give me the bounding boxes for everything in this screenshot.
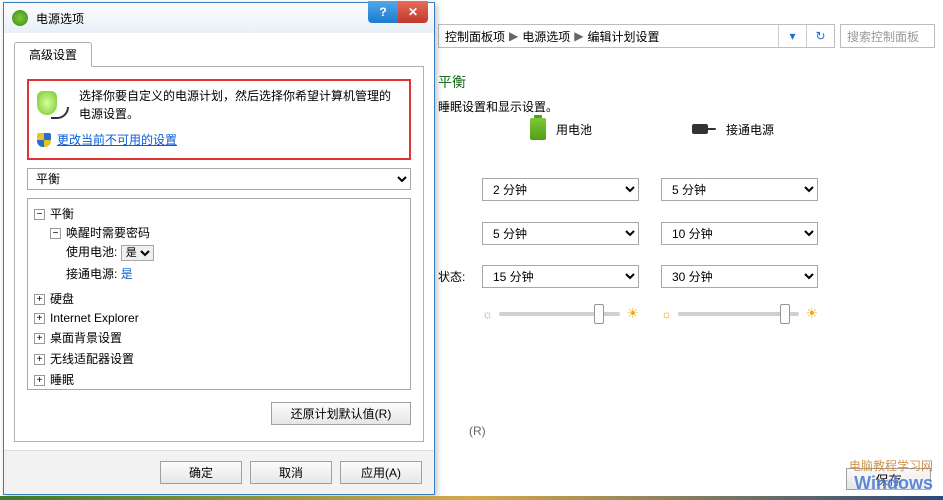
apply-button[interactable]: 应用(A)	[340, 461, 422, 484]
brightness-low-icon: ☼	[482, 307, 493, 321]
chevron-right-icon: ▶	[509, 29, 518, 43]
cancel-button[interactable]: 取消	[250, 461, 332, 484]
ok-button[interactable]: 确定	[160, 461, 242, 484]
dialog-footer: 确定 取消 应用(A)	[4, 450, 434, 494]
brightness-slider-ac[interactable]	[678, 312, 799, 316]
dropdown-icon[interactable]: ▾	[778, 25, 806, 47]
dialog-description: 选择你要自定义的电源计划，然后选择你希望计算机管理的电源设置。	[79, 87, 401, 123]
shield-icon	[37, 133, 51, 147]
password-battery-select[interactable]: 是	[121, 245, 154, 261]
power-plan-combo[interactable]: 平衡	[27, 168, 411, 190]
power-icon	[12, 10, 28, 26]
brightness-high-icon: ☀	[805, 305, 818, 322]
plug-icon	[692, 122, 716, 136]
battery-icon	[530, 118, 546, 140]
breadcrumb-item[interactable]: 编辑计划设置	[588, 28, 660, 45]
dialog-titlebar[interactable]: 电源选项 ? ✕	[4, 3, 434, 33]
page-title: 平衡	[438, 72, 466, 92]
page-subtitle: 睡眠设置和显示设置。	[438, 98, 558, 115]
expand-icon[interactable]: +	[34, 354, 45, 365]
tree-node-password[interactable]: −唤醒时需要密码 使用电池: 是 接通电源: 是	[50, 222, 406, 286]
settings-tree[interactable]: −平衡 −唤醒时需要密码 使用电池: 是 接	[27, 198, 411, 390]
brightness-slider-battery[interactable]	[499, 312, 620, 316]
breadcrumb-item[interactable]: 控制面板项	[445, 28, 505, 45]
breadcrumb-item[interactable]: 电源选项	[522, 28, 570, 45]
tree-node-sleep[interactable]: +睡眠	[34, 369, 406, 390]
expand-icon[interactable]: +	[34, 313, 45, 324]
select-sleep-battery[interactable]: 5 分钟	[482, 222, 639, 245]
column-ac-label: 接通电源	[726, 121, 774, 138]
tree-node-desktop-bg[interactable]: +桌面背景设置	[34, 327, 406, 348]
select-status-ac[interactable]: 30 分钟	[661, 265, 818, 288]
brightness-sliders: ☼ ☀ ☼ ☀	[482, 305, 818, 322]
brightness-high-icon: ☀	[626, 305, 639, 322]
collapse-icon[interactable]: −	[34, 209, 45, 220]
highlighted-section: 选择你要自定义的电源计划，然后选择你希望计算机管理的电源设置。 更改当前不可用的…	[27, 79, 411, 160]
close-button[interactable]: ✕	[398, 1, 428, 23]
power-options-dialog: 电源选项 ? ✕ 高级设置 选择你要自定义的电源计划，然后选择你希望计算机管理的…	[3, 2, 435, 495]
select-display-off-battery[interactable]: 2 分钟	[482, 178, 639, 201]
column-headers: 用电池 接通电源	[530, 118, 774, 140]
refresh-button[interactable]: ↻	[806, 25, 834, 47]
chevron-right-icon: ▶	[574, 29, 583, 43]
tree-leaf-password-ac[interactable]: 接通电源: 是	[66, 263, 406, 284]
tree-node-wireless[interactable]: +无线适配器设置	[34, 348, 406, 369]
select-sleep-ac[interactable]: 10 分钟	[661, 222, 818, 245]
column-battery-label: 用电池	[556, 121, 592, 138]
restore-defaults-button[interactable]: 还原计划默认值(R)	[271, 402, 411, 425]
help-button[interactable]: ?	[368, 1, 398, 23]
address-bar: 控制面板项 ▶ 电源选项 ▶ 编辑计划设置 ▾ ↻	[438, 24, 835, 48]
save-button[interactable]: 保存	[846, 468, 931, 490]
expand-icon[interactable]: +	[34, 333, 45, 344]
tab-advanced-settings[interactable]: 高级设置	[14, 42, 92, 67]
collapse-icon[interactable]: −	[50, 228, 61, 239]
taskbar	[0, 496, 943, 500]
expand-icon[interactable]: +	[34, 294, 45, 305]
search-input[interactable]: 搜索控制面板	[840, 24, 935, 48]
bg-settings-hint: (R)	[469, 424, 486, 438]
breadcrumb[interactable]: 控制面板项 ▶ 电源选项 ▶ 编辑计划设置	[439, 25, 778, 47]
tree-leaf-password-battery[interactable]: 使用电池: 是	[66, 241, 406, 263]
expand-icon[interactable]: +	[34, 375, 45, 386]
change-unavailable-settings-link[interactable]: 更改当前不可用的设置	[57, 131, 177, 148]
power-plan-icon	[37, 87, 69, 119]
select-display-off-ac[interactable]: 5 分钟	[661, 178, 818, 201]
search-placeholder: 搜索控制面板	[847, 28, 919, 45]
tree-node-harddisk[interactable]: +硬盘	[34, 288, 406, 309]
tree-node-plan[interactable]: −平衡 −唤醒时需要密码 使用电池: 是 接	[34, 203, 406, 288]
tree-node-ie[interactable]: +Internet Explorer	[34, 309, 406, 327]
row-label-status: 状态:	[438, 268, 465, 285]
brightness-low-icon: ☼	[661, 307, 672, 321]
select-status-battery[interactable]: 15 分钟	[482, 265, 639, 288]
